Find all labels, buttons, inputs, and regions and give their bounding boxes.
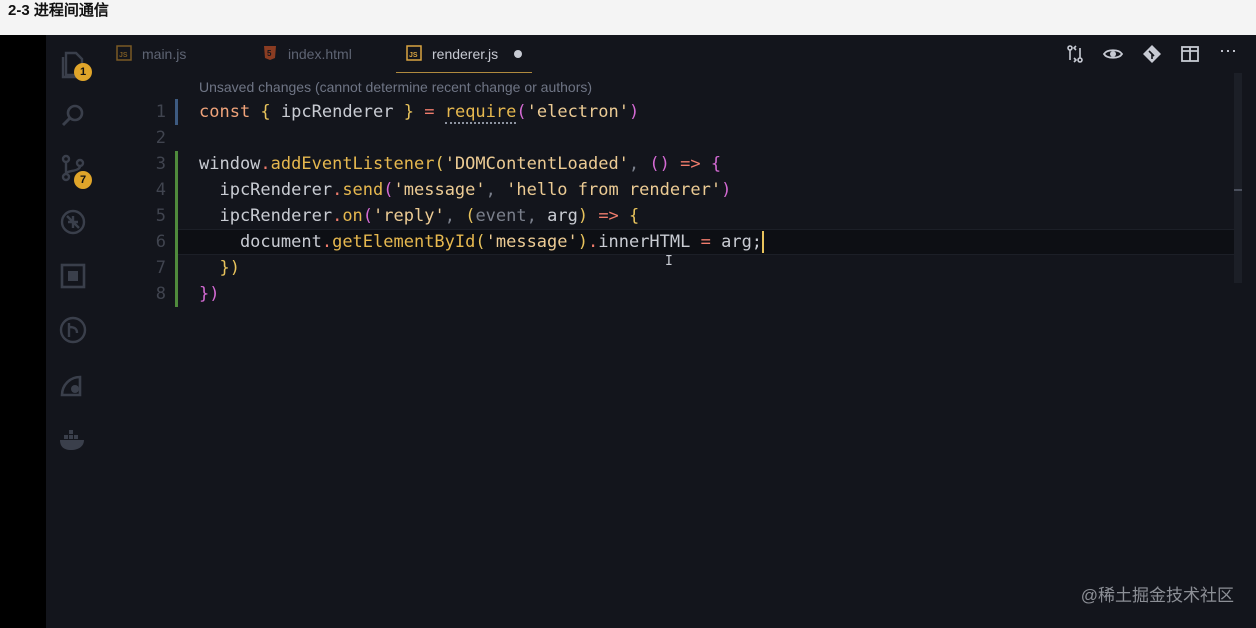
line-number: 6 (155, 232, 166, 252)
line-number: 2 (155, 128, 166, 148)
line-number: 1 (155, 102, 166, 122)
code-line: 1 const { ipcRenderer } = require('elect… (102, 99, 1256, 125)
code-line-current: 6 document.getElementById('message').inn… (102, 229, 1256, 255)
line-text: window.addEventListener('DOMContentLoade… (199, 154, 722, 174)
tab-main-js[interactable]: JS main.js (116, 35, 186, 73)
js-file-icon: JS (406, 44, 422, 64)
svg-text:JS: JS (409, 52, 418, 59)
tab-label: index.html (288, 46, 352, 62)
code-line: 5 ipcRenderer.on('reply', (event, arg) =… (102, 203, 1256, 229)
gitlens-icon[interactable] (58, 315, 88, 345)
code-line: 3 window.addEventListener('DOMContentLoa… (102, 151, 1256, 177)
tab-label: main.js (142, 46, 187, 62)
video-title: 2-3 进程间通信 (0, 0, 1256, 35)
source-control-badge: 7 (74, 171, 92, 189)
line-text: ipcRenderer.on('reply', (event, arg) => … (199, 206, 640, 226)
code-line: 2 (102, 125, 1256, 151)
svg-text:JS: JS (119, 52, 128, 59)
tab-label: renderer.js (432, 46, 499, 62)
js-file-icon: JS (116, 44, 132, 64)
compare-changes-icon[interactable] (1065, 44, 1085, 64)
line-text: const { ipcRenderer } = require('electro… (199, 102, 640, 124)
tab-index-html[interactable]: 5 index.html (262, 35, 352, 73)
line-number: 5 (155, 206, 166, 226)
gutter-added-marker (175, 229, 178, 255)
gutter-added-marker (175, 255, 178, 281)
debug-icon[interactable] (58, 207, 88, 237)
svg-text:5: 5 (267, 49, 272, 58)
extensions-icon[interactable] (58, 261, 88, 291)
line-number: 7 (155, 258, 166, 278)
watermark: @稀土掘金技术社区 (1080, 586, 1234, 605)
line-text: document.getElementById('message').inner… (199, 231, 765, 253)
mouse-ibeam-icon: I (665, 254, 673, 269)
line-text: ipcRenderer.send('message', 'hello from … (199, 180, 732, 200)
more-actions-icon[interactable]: ⋯ (1218, 42, 1238, 64)
editor-tabs: JS main.js 5 index.html JS renderer.js ⋯ (102, 35, 1256, 73)
code-line: 4 ipcRenderer.send('message', 'hello fro… (102, 177, 1256, 203)
remote-explorer-icon[interactable] (58, 371, 88, 401)
blame-hint: Unsaved changes (cannot determine recent… (199, 79, 593, 95)
activity-bar: 1 7 (46, 35, 102, 628)
gutter-added-marker (175, 177, 178, 203)
gutter-added-marker (175, 281, 178, 307)
code-line: 7 }) (102, 255, 1256, 281)
code-line: 8 }) (102, 281, 1256, 307)
gutter-added-marker (175, 203, 178, 229)
line-number: 4 (155, 180, 166, 200)
gutter-modified-marker (175, 99, 178, 125)
docker-icon[interactable] (58, 425, 88, 455)
search-icon[interactable] (58, 101, 88, 131)
explorer-badge: 1 (74, 63, 92, 81)
open-preview-icon[interactable] (1102, 44, 1124, 64)
text-cursor (762, 231, 765, 253)
line-text: }) (199, 258, 240, 278)
git-commit-icon[interactable] (1142, 44, 1162, 64)
vscode-window: 1 7 JS main.js 5 index.html JS renderer.… (46, 35, 1256, 628)
tab-renderer-js[interactable]: JS renderer.js (396, 35, 533, 73)
line-number: 8 (155, 284, 166, 304)
line-text: }) (199, 284, 220, 304)
scrollbar-thumb[interactable] (1234, 189, 1242, 191)
html5-file-icon: 5 (262, 45, 278, 64)
split-editor-icon[interactable] (1180, 44, 1200, 64)
editor-scrollbar[interactable] (1234, 73, 1242, 283)
line-number: 3 (155, 154, 166, 174)
unsaved-dot-icon[interactable] (514, 50, 523, 58)
gutter-added-marker (175, 151, 178, 177)
